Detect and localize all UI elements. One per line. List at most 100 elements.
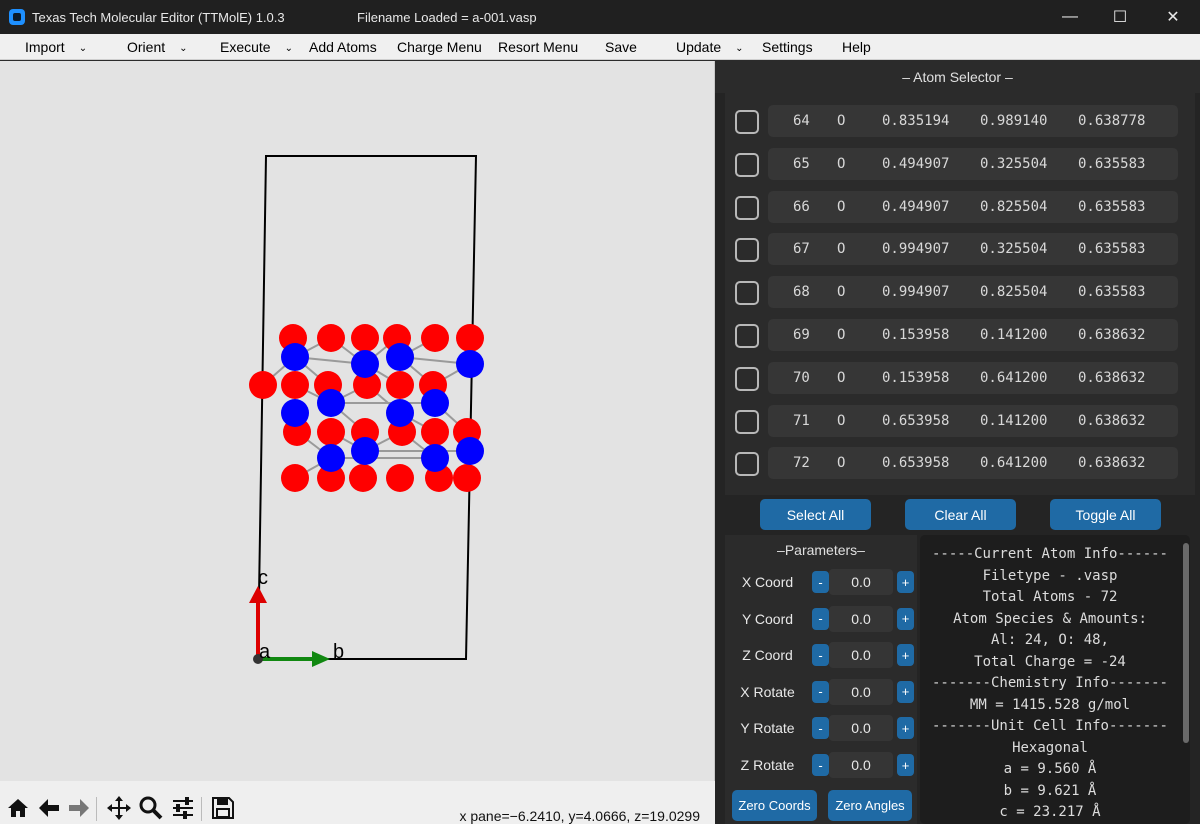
maximize-button[interactable]: ☐ <box>1095 0 1145 34</box>
oxygen-atom[interactable] <box>281 371 309 399</box>
configure-icon[interactable] <box>170 795 196 821</box>
b-axis-label: b <box>333 641 344 663</box>
atom-checkbox[interactable] <box>735 366 759 391</box>
atom-checkbox[interactable] <box>735 281 759 306</box>
atom-checkbox[interactable] <box>735 324 759 348</box>
increment-button[interactable]: + <box>897 680 914 703</box>
oxygen-atom[interactable] <box>351 324 379 352</box>
atom-checkbox[interactable] <box>735 452 759 477</box>
forward-arrow-icon[interactable] <box>66 795 92 821</box>
atom-list[interactable]: 64 O 0.835194 0.989140 0.638778 65 O 0.494907 0.… <box>725 93 1195 495</box>
oxygen-atom[interactable] <box>386 464 414 492</box>
atom-row[interactable]: 65 O 0.494907 0.325504 0.635583 <box>725 145 1195 188</box>
menu-update[interactable]: Update ⌄ <box>676 39 744 55</box>
decrement-button[interactable]: - <box>812 644 829 667</box>
structure-viewer[interactable]: c a b x pane=−6.2410, y=4.0666, z=19.029… <box>0 61 715 824</box>
param-value-input[interactable]: 0.0 <box>829 678 893 705</box>
aluminum-atom[interactable] <box>456 437 484 465</box>
atom-row-values: 70 O 0.153958 0.641200 0.638632 <box>768 361 1178 394</box>
zoom-icon[interactable] <box>138 795 164 821</box>
param-value-input[interactable]: 0.0 <box>829 715 893 742</box>
zero-angles-button[interactable]: Zero Angles <box>828 790 912 821</box>
oxygen-atom[interactable] <box>349 464 377 492</box>
atom-y: 0.141200 <box>980 412 1048 429</box>
param-row: Z Coord -0.0 + <box>725 639 917 671</box>
decrement-button[interactable]: - <box>812 680 829 703</box>
aluminum-atom[interactable] <box>386 343 414 371</box>
atom-row[interactable]: 68 O 0.994907 0.825504 0.635583 <box>725 273 1195 316</box>
aluminum-atom[interactable] <box>421 444 449 472</box>
aluminum-atom[interactable] <box>421 389 449 417</box>
aluminum-atom[interactable] <box>351 437 379 465</box>
atom-checkbox[interactable] <box>735 152 759 177</box>
param-value-input[interactable]: 0.0 <box>829 569 893 595</box>
home-icon[interactable] <box>5 795 31 821</box>
aluminum-atom[interactable] <box>386 399 414 427</box>
oxygen-atom[interactable] <box>317 324 345 352</box>
menu-bar: Import ⌄ Orient ⌄ Execute ⌄ Add Atoms Charg… <box>0 34 1200 60</box>
atom-checkbox[interactable] <box>735 238 759 263</box>
menu-add-atoms[interactable]: Add Atoms <box>309 39 377 55</box>
toggle-all-button[interactable]: Toggle All <box>1050 499 1161 530</box>
pan-icon[interactable] <box>106 795 132 821</box>
atom-row[interactable]: 66 O 0.494907 0.825504 0.635583 <box>725 188 1195 231</box>
aluminum-atom[interactable] <box>351 350 379 378</box>
info-scrollbar[interactable] <box>1183 543 1189 743</box>
atom-row[interactable]: 70 O 0.153958 0.641200 0.638632 <box>725 359 1195 402</box>
menu-help[interactable]: Help <box>842 39 871 55</box>
decrement-button[interactable]: - <box>812 571 829 593</box>
aluminum-atom[interactable] <box>456 350 484 378</box>
menu-save[interactable]: Save <box>605 39 637 55</box>
menu-import[interactable]: Import ⌄ <box>25 39 87 55</box>
atom-element: O <box>837 198 846 215</box>
param-value-input[interactable]: 0.0 <box>829 605 893 632</box>
atom-checkbox[interactable] <box>735 195 759 220</box>
menu-execute[interactable]: Execute ⌄ <box>220 39 293 55</box>
increment-button[interactable]: + <box>897 607 914 630</box>
zero-coords-button[interactable]: Zero Coords <box>732 790 817 821</box>
oxygen-atom[interactable] <box>421 324 449 352</box>
minimize-button[interactable]: — <box>1045 0 1095 34</box>
aluminum-atom[interactable] <box>317 389 345 417</box>
atom-row[interactable]: 64 O 0.835194 0.989140 0.638778 <box>725 102 1195 145</box>
aluminum-atom[interactable] <box>281 343 309 371</box>
atom-row[interactable]: 67 O 0.994907 0.325504 0.635583 <box>725 230 1195 273</box>
increment-button[interactable]: + <box>897 754 914 776</box>
atom-element: O <box>837 241 846 258</box>
oxygen-atom[interactable] <box>456 324 484 352</box>
increment-button[interactable]: + <box>897 571 914 593</box>
atom-index: 71 <box>793 412 810 429</box>
back-arrow-icon[interactable] <box>36 795 62 821</box>
decrement-button[interactable]: - <box>812 607 829 630</box>
aluminum-atom[interactable] <box>317 444 345 472</box>
save-figure-icon[interactable] <box>210 795 236 821</box>
menu-settings[interactable]: Settings <box>762 39 813 55</box>
select-all-button[interactable]: Select All <box>760 499 871 530</box>
oxygen-atom[interactable] <box>281 464 309 492</box>
decrement-button[interactable]: - <box>812 717 829 740</box>
oxygen-atom[interactable] <box>386 371 414 399</box>
param-label: Z Rotate <box>740 757 795 773</box>
oxygen-atom[interactable] <box>317 418 345 446</box>
param-value-input[interactable]: 0.0 <box>829 752 893 778</box>
menu-orient[interactable]: Orient ⌄ <box>127 39 188 55</box>
structure-plot[interactable]: c a b <box>0 61 715 781</box>
oxygen-atom[interactable] <box>453 464 481 492</box>
oxygen-atom[interactable] <box>249 371 277 399</box>
atom-row[interactable]: 71 O 0.653958 0.141200 0.638632 <box>725 402 1195 445</box>
atom-row[interactable]: 72 O 0.653958 0.641200 0.638632 <box>725 444 1195 487</box>
oxygen-atom[interactable] <box>421 418 449 446</box>
menu-charge[interactable]: Charge Menu <box>397 39 482 55</box>
aluminum-atom[interactable] <box>281 399 309 427</box>
atom-row[interactable]: 69 O 0.153958 0.141200 0.638632 <box>725 316 1195 359</box>
clear-all-button[interactable]: Clear All <box>905 499 1016 530</box>
param-value-input[interactable]: 0.0 <box>829 642 893 669</box>
atom-checkbox[interactable] <box>735 409 759 434</box>
atom-x: 0.494907 <box>882 198 950 215</box>
increment-button[interactable]: + <box>897 644 914 667</box>
atom-checkbox[interactable] <box>735 110 759 134</box>
close-button[interactable]: ✕ <box>1148 0 1198 34</box>
increment-button[interactable]: + <box>897 717 914 740</box>
decrement-button[interactable]: - <box>812 754 829 776</box>
menu-resort[interactable]: Resort Menu <box>498 39 578 55</box>
